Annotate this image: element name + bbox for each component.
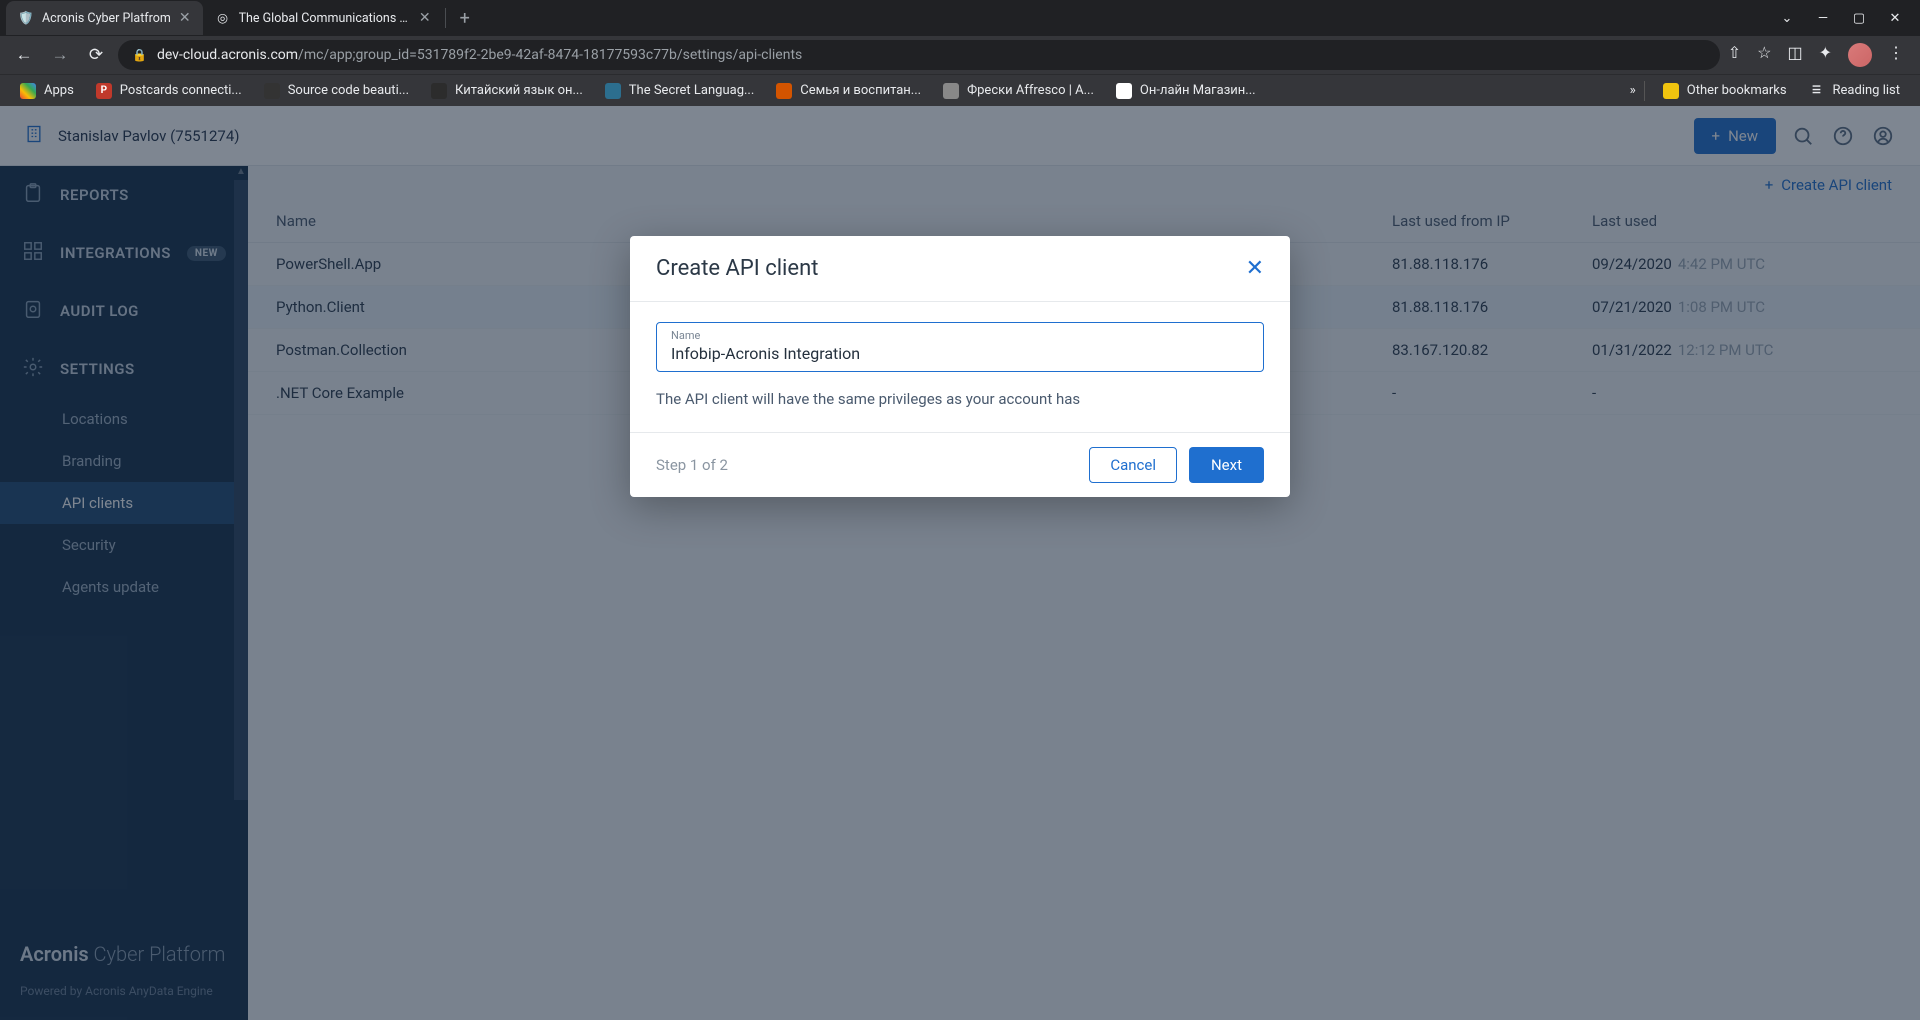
chevron-down-icon[interactable]: ⌄	[1780, 11, 1794, 26]
profile-avatar[interactable]	[1848, 43, 1872, 67]
bookmark-item[interactable]: The Secret Languag...	[595, 77, 764, 105]
bookmark-favicon	[1116, 83, 1132, 99]
bookmark-item[interactable]: Китайский язык он...	[421, 77, 593, 105]
name-input[interactable]	[671, 342, 1249, 363]
bookmarks-overflow[interactable]: »	[1630, 83, 1636, 98]
bookmark-favicon: P	[96, 83, 112, 99]
next-button[interactable]: Next	[1189, 447, 1264, 483]
divider	[1644, 81, 1645, 101]
divider	[445, 8, 446, 28]
extension-icon[interactable]: ◫	[1787, 43, 1802, 67]
bookmark-item[interactable]: Он-лайн Магазин...	[1106, 77, 1266, 105]
bookmark-apps[interactable]: Apps	[10, 77, 84, 105]
bookmark-favicon	[943, 83, 959, 99]
tab-strip: 🛡️ Acronis Cyber Platfrom ✕ ◎ The Global…	[0, 0, 1920, 36]
other-bookmarks[interactable]: Other bookmarks	[1653, 77, 1797, 105]
field-label: Name	[671, 329, 1249, 342]
browser-tab[interactable]: ◎ The Global Communications Plat ✕	[203, 1, 443, 35]
address-bar-row: ← → ⟳ 🔒 dev-cloud.acronis.com/mc/app;gro…	[0, 36, 1920, 74]
lock-icon: 🔒	[132, 48, 147, 62]
modal-title: Create API client	[656, 256, 818, 281]
modal-body: Name The API client will have the same p…	[630, 302, 1290, 432]
bookmark-item[interactable]: Семья и воспитан...	[766, 77, 931, 105]
puzzle-icon[interactable]: ✦	[1819, 43, 1832, 67]
new-tab-button[interactable]: +	[448, 8, 482, 29]
reading-list[interactable]: ☰Reading list	[1799, 77, 1910, 105]
url-text: dev-cloud.acronis.com/mc/app;group_id=53…	[157, 47, 802, 63]
maximize-icon[interactable]: ▢	[1852, 11, 1866, 26]
app-root: ▲ REPORTS INTEGRATIONS NEW AUDIT LOG SET…	[0, 106, 1920, 1020]
close-icon[interactable]: ✕	[419, 10, 431, 26]
grid-icon	[20, 83, 36, 99]
forward-button[interactable]: →	[46, 45, 74, 65]
cancel-button[interactable]: Cancel	[1089, 447, 1177, 483]
browser-chrome: 🛡️ Acronis Cyber Platfrom ✕ ◎ The Global…	[0, 0, 1920, 106]
favicon-icon: 🛡️	[18, 10, 34, 26]
folder-icon	[1663, 83, 1679, 99]
bookmark-item[interactable]: Фрески Affresco | А...	[933, 77, 1104, 105]
reload-button[interactable]: ⟳	[82, 45, 110, 65]
window-controls: ⌄ — ▢ ✕	[1780, 11, 1920, 26]
bookmark-favicon	[776, 83, 792, 99]
url-actions: ⇧ ☆ ◫ ✦ ⋮	[1728, 43, 1910, 67]
create-api-client-modal: Create API client ✕ Name The API client …	[630, 236, 1290, 497]
tab-title: The Global Communications Plat	[239, 11, 411, 26]
url-bar[interactable]: 🔒 dev-cloud.acronis.com/mc/app;group_id=…	[118, 40, 1720, 70]
close-window-icon[interactable]: ✕	[1888, 11, 1902, 26]
close-icon[interactable]: ✕	[1246, 256, 1264, 281]
bookmark-favicon	[431, 83, 447, 99]
bookmark-favicon	[605, 83, 621, 99]
star-icon[interactable]: ☆	[1757, 43, 1771, 67]
privilege-hint: The API client will have the same privil…	[656, 390, 1264, 408]
close-icon[interactable]: ✕	[179, 10, 191, 26]
share-icon[interactable]: ⇧	[1728, 43, 1741, 67]
bookmark-item[interactable]: Source code beauti...	[254, 77, 419, 105]
tab-title: Acronis Cyber Platfrom	[42, 11, 171, 26]
bookmark-item[interactable]: PPostcards connecti...	[86, 77, 252, 105]
step-indicator: Step 1 of 2	[656, 456, 728, 474]
bookmark-favicon	[264, 83, 280, 99]
list-icon: ☰	[1809, 83, 1825, 99]
favicon-icon: ◎	[215, 10, 231, 26]
modal-overlay: Create API client ✕ Name The API client …	[0, 106, 1920, 1020]
browser-tab[interactable]: 🛡️ Acronis Cyber Platfrom ✕	[6, 1, 203, 35]
modal-footer: Step 1 of 2 Cancel Next	[630, 432, 1290, 497]
kebab-menu-icon[interactable]: ⋮	[1888, 43, 1904, 67]
name-field-wrapper[interactable]: Name	[656, 322, 1264, 372]
minimize-icon[interactable]: —	[1816, 11, 1830, 26]
modal-header: Create API client ✕	[630, 236, 1290, 302]
bookmarks-bar: Apps PPostcards connecti... Source code …	[0, 74, 1920, 106]
back-button[interactable]: ←	[10, 45, 38, 65]
